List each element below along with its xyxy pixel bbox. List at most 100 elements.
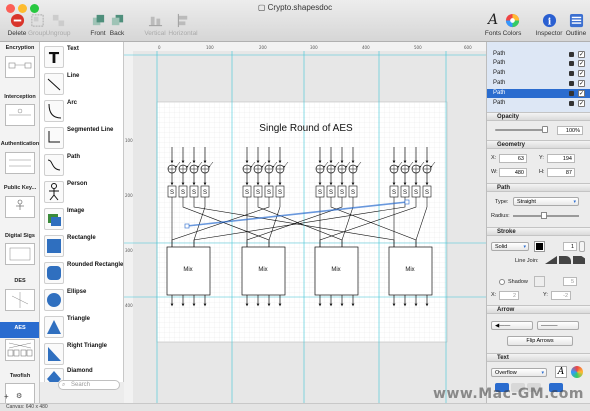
- layer-row[interactable]: Path: [487, 69, 590, 78]
- visibility-checkbox[interactable]: ✓: [578, 90, 585, 97]
- page-thumb-aes[interactable]: [5, 339, 35, 361]
- layer-row[interactable]: Path: [487, 59, 590, 68]
- shape-item-person[interactable]: Person: [40, 179, 123, 206]
- height-field[interactable]: 87: [547, 168, 575, 177]
- shape-item-ellipse[interactable]: Ellipse: [40, 287, 123, 314]
- s-box-label[interactable]: S: [392, 190, 396, 196]
- arrow-start-popup[interactable]: ◀——: [491, 321, 533, 330]
- s-box-label[interactable]: S: [192, 190, 196, 196]
- page-thumb-authentication[interactable]: [5, 152, 35, 174]
- visibility-checkbox[interactable]: ✓: [578, 51, 585, 58]
- stroke-width-field[interactable]: 1: [563, 242, 577, 251]
- page-thumb-digital-sigs[interactable]: [5, 243, 35, 265]
- mix-label[interactable]: Mix: [331, 267, 340, 273]
- page-label-interception[interactable]: Interception: [0, 94, 39, 100]
- page-settings-gear-icon[interactable]: ⚙: [16, 392, 22, 400]
- page-thumb-des[interactable]: [5, 289, 35, 311]
- s-box-label[interactable]: S: [414, 190, 418, 196]
- inspector-button[interactable]: i Inspector: [534, 13, 564, 37]
- shadow-y-field[interactable]: -2: [551, 291, 571, 300]
- geometry-section-header[interactable]: Geometry: [487, 140, 590, 149]
- add-page-button[interactable]: +: [4, 392, 9, 401]
- text-overflow-popup[interactable]: Overflow ▾: [491, 368, 547, 377]
- line-join-miter-icon[interactable]: [545, 256, 557, 264]
- s-box-label[interactable]: S: [267, 190, 271, 196]
- layer-row[interactable]: Path: [487, 50, 590, 59]
- width-field[interactable]: 480: [499, 168, 527, 177]
- opacity-slider-track[interactable]: [495, 129, 545, 131]
- path-section-header[interactable]: Path: [487, 183, 590, 192]
- shapes-search-input[interactable]: ⌕ Search: [58, 380, 120, 390]
- mix-label[interactable]: Mix: [258, 267, 267, 273]
- shape-item-path[interactable]: Path: [40, 152, 123, 179]
- lock-icon[interactable]: [569, 61, 574, 66]
- selection-handle[interactable]: [184, 223, 190, 229]
- shape-item-rectangle[interactable]: Rectangle: [40, 233, 123, 260]
- ungroup-button[interactable]: Ungroup: [43, 13, 73, 37]
- stroke-style-popup[interactable]: Solid ▾: [491, 242, 529, 251]
- align-horizontal-button[interactable]: Horizontal: [165, 13, 201, 37]
- lock-icon[interactable]: [569, 91, 574, 96]
- layer-row-selected[interactable]: Path: [487, 89, 590, 98]
- line-join-bevel-icon[interactable]: [573, 256, 585, 264]
- s-box-label[interactable]: S: [278, 190, 282, 196]
- shadow-x-field[interactable]: 2: [499, 291, 519, 300]
- selection-handle[interactable]: [404, 199, 410, 205]
- s-box-label[interactable]: S: [203, 190, 207, 196]
- visibility-checkbox[interactable]: ✓: [578, 80, 585, 87]
- shadow-checkbox[interactable]: [499, 279, 505, 285]
- page-thumb-encryption[interactable]: [5, 56, 35, 78]
- visibility-checkbox[interactable]: ✓: [578, 100, 585, 107]
- mix-label[interactable]: Mix: [405, 267, 414, 273]
- text-color-wheel-icon[interactable]: [571, 366, 583, 378]
- opacity-field[interactable]: 100%: [557, 126, 583, 135]
- shape-item-image[interactable]: Image: [40, 206, 123, 233]
- path-type-popup[interactable]: Straight ▾: [513, 197, 579, 206]
- lock-icon[interactable]: [569, 52, 574, 57]
- s-box-label[interactable]: S: [425, 190, 429, 196]
- opacity-section-header[interactable]: Opacity: [487, 112, 590, 121]
- lock-icon[interactable]: [569, 71, 574, 76]
- s-box-label[interactable]: S: [318, 190, 322, 196]
- flip-arrows-button[interactable]: Flip Arrows: [507, 336, 573, 346]
- page-label-encryption[interactable]: Encryption: [0, 45, 39, 51]
- shape-item-line[interactable]: Line: [40, 71, 123, 98]
- opacity-slider-knob[interactable]: [542, 126, 548, 133]
- outline-button[interactable]: Outline: [561, 13, 590, 37]
- page-label-authentication[interactable]: Authentication: [0, 141, 39, 147]
- page-label-aes[interactable]: AES: [0, 325, 39, 331]
- page-label-twofish[interactable]: Twofish: [0, 373, 39, 379]
- arrow-section-header[interactable]: Arrow: [487, 305, 590, 314]
- page-thumb-interception[interactable]: [5, 104, 35, 126]
- layer-row[interactable]: Path: [487, 99, 590, 108]
- shape-item-arc[interactable]: Arc: [40, 98, 123, 125]
- s-box-label[interactable]: S: [181, 190, 185, 196]
- mix-label[interactable]: Mix: [183, 267, 192, 273]
- visibility-checkbox[interactable]: ✓: [578, 60, 585, 67]
- diagram-title[interactable]: Single Round of AES: [259, 123, 353, 134]
- shape-item-triangle[interactable]: Triangle: [40, 314, 123, 341]
- colors-button[interactable]: Colors: [497, 13, 527, 37]
- arrow-end-popup[interactable]: ———: [537, 321, 579, 330]
- page-thumb-public-key[interactable]: [5, 196, 35, 218]
- font-button-icon[interactable]: A: [555, 366, 567, 378]
- lock-icon[interactable]: [569, 81, 574, 86]
- stroke-width-stepper[interactable]: [579, 241, 585, 252]
- s-box-label[interactable]: S: [256, 190, 260, 196]
- page-label-digital-sigs[interactable]: Digital Sigs: [0, 233, 39, 239]
- text-section-header[interactable]: Text: [487, 353, 590, 362]
- radius-slider-knob[interactable]: [541, 212, 547, 219]
- canvas-area[interactable]: 0 100 200 300 400 500 600 100 200 300 40…: [124, 42, 486, 403]
- page-label-des[interactable]: DES: [0, 278, 39, 284]
- s-box-label[interactable]: S: [170, 190, 174, 196]
- line-join-round-icon[interactable]: [559, 256, 571, 264]
- shadow-blur-field[interactable]: 5: [563, 277, 577, 286]
- shape-item-text[interactable]: T Text: [40, 44, 123, 71]
- shadow-color-well[interactable]: [534, 276, 545, 287]
- visibility-checkbox[interactable]: ✓: [578, 70, 585, 77]
- shape-item-rounded-rectangle[interactable]: Rounded Rectangle: [40, 260, 123, 287]
- lock-icon[interactable]: [569, 101, 574, 106]
- shape-item-segmented-line[interactable]: Segmented Line: [40, 125, 123, 152]
- x-field[interactable]: 63: [499, 154, 527, 163]
- back-button[interactable]: Back: [102, 13, 132, 37]
